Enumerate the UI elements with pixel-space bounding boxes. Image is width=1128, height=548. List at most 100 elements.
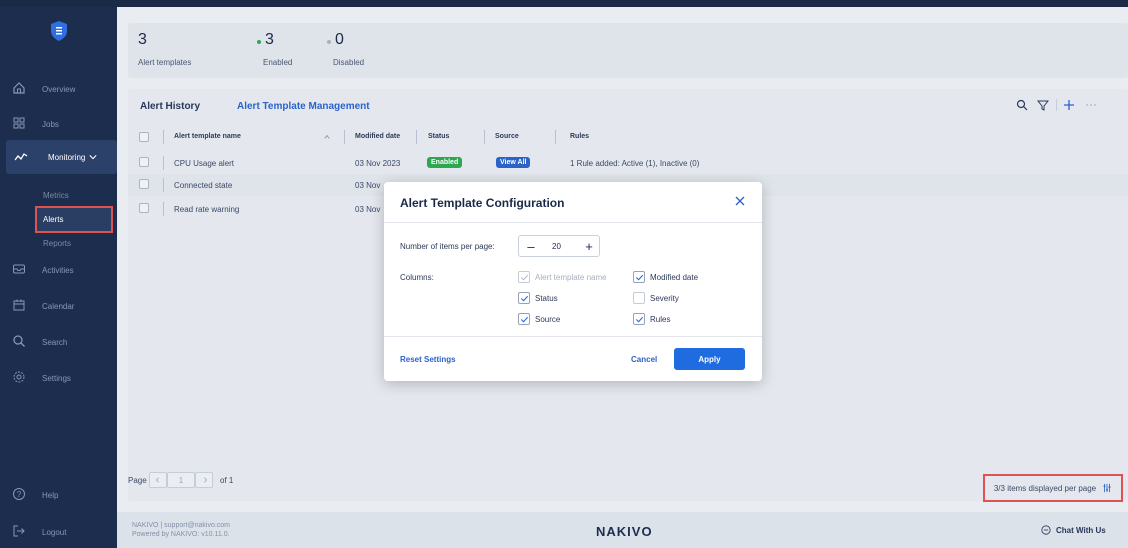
items-per-page-value[interactable]: 20 xyxy=(552,242,561,251)
checkmark-icon xyxy=(520,316,529,323)
checkbox-label: Rules xyxy=(650,315,671,324)
sort-asc-icon[interactable] xyxy=(324,134,330,140)
search-icon[interactable] xyxy=(1016,99,1028,111)
filter-icon[interactable] xyxy=(1037,99,1049,111)
checkbox-label: Source xyxy=(535,315,561,324)
close-icon[interactable] xyxy=(734,195,746,207)
more-icon[interactable] xyxy=(1085,99,1097,111)
column-header-modified[interactable]: Modified date xyxy=(355,133,400,140)
increment-button[interactable]: + xyxy=(581,238,597,254)
tab-alert-history[interactable]: Alert History xyxy=(140,101,200,112)
cell-modified: 03 Nov 2023 xyxy=(355,159,401,168)
column-divider xyxy=(344,130,345,144)
source-view-all-badge[interactable]: View All xyxy=(496,157,531,168)
sidebar-item-label: Monitoring xyxy=(48,152,86,162)
inbox-icon xyxy=(13,264,25,274)
enabled-dot xyxy=(257,40,261,44)
pulse-icon xyxy=(14,153,28,161)
home-icon xyxy=(13,82,25,94)
sidebar-item-settings[interactable]: Settings xyxy=(0,367,117,389)
next-page-button[interactable] xyxy=(195,472,213,488)
alert-template-configuration-dialog: Alert Template Configuration Number of i… xyxy=(384,182,762,381)
table-header: Alert template name Modified date Status… xyxy=(128,128,1128,146)
column-divider xyxy=(163,130,164,144)
nakivo-logo-icon[interactable] xyxy=(50,21,68,41)
stat-total-label: Alert templates xyxy=(138,58,192,67)
dialog-divider xyxy=(384,222,762,223)
sidebar-item-activities[interactable]: Activities xyxy=(0,259,117,281)
checkmark-icon xyxy=(635,274,644,281)
page-number-input[interactable]: 1 xyxy=(167,472,195,488)
tab-alert-template-management[interactable]: Alert Template Management xyxy=(237,101,370,112)
stat-disabled-label: Disabled xyxy=(333,58,365,67)
calendar-icon xyxy=(13,299,25,311)
reset-settings-button[interactable]: Reset Settings xyxy=(400,355,456,364)
items-per-page-label: 3/3 items displayed per page xyxy=(993,483,1097,493)
sidebar-item-label: Jobs xyxy=(42,119,59,129)
row-checkbox[interactable] xyxy=(139,203,149,213)
logout-icon xyxy=(13,525,25,537)
svg-text:?: ? xyxy=(17,490,22,499)
column-divider xyxy=(555,130,556,144)
toolbar-divider xyxy=(1056,99,1057,111)
sidebar-subitem-reports[interactable]: Reports xyxy=(0,235,117,251)
checkbox-label: Modified date xyxy=(650,273,699,282)
sidebar-item-label: Logout xyxy=(42,527,67,537)
cell-name: Read rate warning xyxy=(174,205,240,214)
search-icon xyxy=(13,335,25,347)
table-row[interactable]: CPU Usage alert 03 Nov 2023 Enabled View… xyxy=(128,152,1128,174)
stats-bar: 3 Alert templates 3 Enabled 0 Disabled xyxy=(128,23,1128,78)
stat-enabled-value: 3 xyxy=(265,31,274,48)
decrement-button[interactable]: – xyxy=(523,238,539,254)
sidebar-item-label: Settings xyxy=(42,373,71,383)
sidebar-subitem-alerts[interactable]: Alerts xyxy=(35,206,113,233)
help-icon: ? xyxy=(13,488,25,500)
sidebar-item-help[interactable]: ? Help xyxy=(0,484,117,506)
column-header-source[interactable]: Source xyxy=(495,133,519,140)
chat-icon xyxy=(1041,525,1051,535)
sidebar: Overview Jobs Monitoring Metrics Alerts … xyxy=(0,7,117,548)
dialog-title: Alert Template Configuration xyxy=(400,196,565,210)
checkbox-modified-date[interactable] xyxy=(633,271,645,283)
items-per-page-button[interactable]: 3/3 items displayed per page xyxy=(983,474,1123,502)
sidebar-item-label: Activities xyxy=(42,265,74,275)
column-header-status[interactable]: Status xyxy=(428,133,449,140)
apply-button[interactable]: Apply xyxy=(674,348,745,370)
sidebar-item-jobs[interactable]: Jobs xyxy=(0,113,117,135)
checkbox-rules[interactable] xyxy=(633,313,645,325)
prev-page-button[interactable] xyxy=(149,472,167,488)
checkbox-status[interactable] xyxy=(518,292,530,304)
checkbox-source[interactable] xyxy=(518,313,530,325)
sidebar-item-label: Help xyxy=(42,490,59,500)
cancel-button[interactable]: Cancel xyxy=(631,355,657,364)
brand-logo-text: NAKIVO xyxy=(596,524,653,539)
cell-name: Connected state xyxy=(174,181,233,190)
footer-support-text: NAKIVO | support@nakivo.com Powered by N… xyxy=(132,521,230,539)
chevron-left-icon xyxy=(155,477,160,483)
chat-label: Chat With Us xyxy=(1056,525,1106,535)
column-header-name[interactable]: Alert template name xyxy=(174,133,241,140)
row-checkbox[interactable] xyxy=(139,157,149,167)
footer-line1: NAKIVO | support@nakivo.com xyxy=(132,522,231,529)
footer: NAKIVO | support@nakivo.com Powered by N… xyxy=(117,512,1128,548)
cell-rules: 1 Rule added: Active (1), Inactive (0) xyxy=(570,159,700,168)
chat-with-us-button[interactable]: Chat With Us xyxy=(1041,525,1106,535)
footer-line2: Powered by NAKIVO: v10.11.0. xyxy=(132,531,230,538)
select-all-checkbox[interactable] xyxy=(139,132,149,142)
sidebar-item-calendar[interactable]: Calendar xyxy=(0,295,117,317)
sidebar-item-monitoring[interactable]: Monitoring xyxy=(6,140,117,174)
row-checkbox[interactable] xyxy=(139,179,149,189)
checkbox-severity[interactable] xyxy=(633,292,645,304)
sidebar-subitem-metrics[interactable]: Metrics xyxy=(0,187,117,203)
column-header-rules[interactable]: Rules xyxy=(570,133,589,140)
stat-enabled-label: Enabled xyxy=(263,58,293,67)
checkmark-icon xyxy=(520,274,529,281)
sidebar-item-search[interactable]: Search xyxy=(0,331,117,353)
sidebar-item-logout[interactable]: Logout xyxy=(0,521,117,543)
column-divider xyxy=(163,178,164,192)
cell-name: CPU Usage alert xyxy=(174,159,235,168)
sidebar-item-overview[interactable]: Overview xyxy=(0,78,117,100)
chevron-down-icon xyxy=(89,155,97,160)
column-settings-icon xyxy=(1103,483,1111,493)
add-icon[interactable] xyxy=(1063,99,1075,111)
